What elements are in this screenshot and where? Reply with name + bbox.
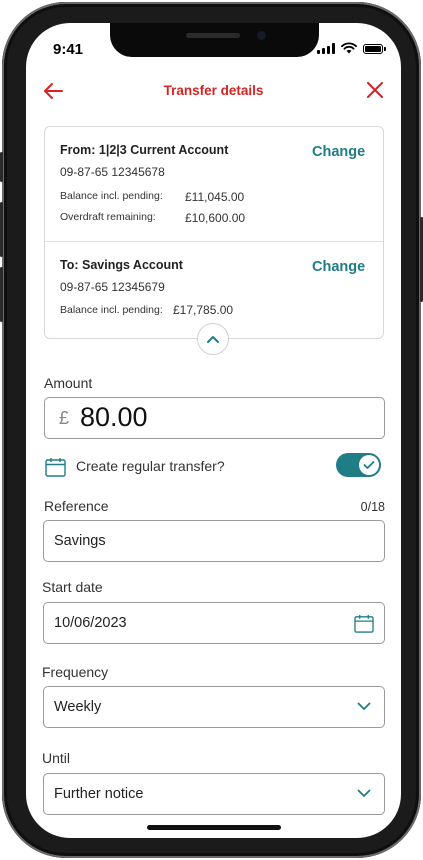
from-account-number: 09-87-65 12345678 bbox=[60, 165, 165, 179]
regular-transfer-label: Create regular transfer? bbox=[76, 458, 225, 474]
amount-label: Amount bbox=[44, 375, 93, 391]
frequency-label: Frequency bbox=[42, 664, 109, 680]
change-to-account-button[interactable]: Change bbox=[312, 259, 365, 275]
from-balance-value: £11,045.00 bbox=[185, 190, 245, 204]
start-date-value: 10/06/2023 bbox=[54, 615, 127, 631]
to-account-title: To: Savings Account bbox=[60, 258, 183, 272]
start-date-label: Start date bbox=[42, 579, 103, 595]
chevron-down-icon bbox=[357, 702, 371, 710]
reference-counter: 0/18 bbox=[360, 500, 385, 514]
battery-icon bbox=[363, 44, 386, 54]
until-select[interactable]: Further notice bbox=[43, 773, 385, 815]
card-divider bbox=[45, 241, 383, 242]
wifi-icon bbox=[341, 42, 357, 54]
amount-input[interactable]: £ 80.00 bbox=[44, 397, 385, 439]
overdraft-label: Overdraft remaining: bbox=[60, 211, 156, 223]
page-title: Transfer details bbox=[163, 83, 264, 98]
reference-input[interactable]: Savings bbox=[43, 520, 385, 562]
regular-transfer-toggle[interactable] bbox=[336, 453, 381, 477]
currency-symbol: £ bbox=[59, 408, 70, 428]
start-date-input[interactable]: 10/06/2023 bbox=[43, 602, 385, 644]
mute-switch bbox=[0, 152, 3, 182]
header: Transfer details bbox=[26, 75, 401, 105]
status-time: 9:41 bbox=[53, 41, 84, 58]
until-value: Further notice bbox=[54, 786, 144, 802]
collapse-button[interactable] bbox=[197, 323, 229, 355]
overdraft-value: £10,600.00 bbox=[185, 211, 246, 225]
reference-label: Reference bbox=[44, 498, 109, 514]
phone-frame: 9:41 Transfer details From: 1|2|3 Curren… bbox=[0, 2, 423, 858]
from-account-title: From: 1|2|3 Current Account bbox=[60, 143, 229, 157]
from-balance-label: Balance incl. pending: bbox=[60, 190, 163, 202]
front-camera bbox=[257, 31, 266, 40]
status-icons bbox=[317, 42, 386, 54]
to-account-number: 09-87-65 12345679 bbox=[60, 280, 165, 294]
close-icon[interactable] bbox=[365, 80, 385, 100]
reference-value: Savings bbox=[54, 533, 106, 549]
check-icon bbox=[363, 461, 375, 469]
speaker bbox=[186, 33, 240, 38]
until-label: Until bbox=[42, 750, 71, 766]
notch bbox=[110, 23, 319, 57]
screen: 9:41 Transfer details From: 1|2|3 Curren… bbox=[26, 23, 401, 838]
accounts-card: From: 1|2|3 Current Account 09-87-65 123… bbox=[44, 126, 384, 339]
chevron-up-icon bbox=[207, 336, 219, 343]
calendar-icon bbox=[45, 458, 66, 477]
change-from-account-button[interactable]: Change bbox=[312, 144, 365, 160]
frequency-select[interactable]: Weekly bbox=[43, 686, 385, 728]
frequency-value: Weekly bbox=[54, 699, 102, 715]
to-balance-label: Balance incl. pending: bbox=[60, 304, 163, 316]
home-indicator[interactable] bbox=[147, 825, 281, 830]
chevron-down-icon bbox=[357, 789, 371, 797]
date-picker-calendar-icon[interactable] bbox=[354, 614, 374, 633]
to-balance-value: £17,785.00 bbox=[173, 303, 234, 317]
toggle-knob bbox=[359, 455, 379, 475]
volume-down-button bbox=[0, 267, 3, 322]
cellular-signal-icon bbox=[317, 43, 335, 54]
amount-value: 80.00 bbox=[80, 402, 148, 432]
volume-up-button bbox=[0, 202, 3, 257]
